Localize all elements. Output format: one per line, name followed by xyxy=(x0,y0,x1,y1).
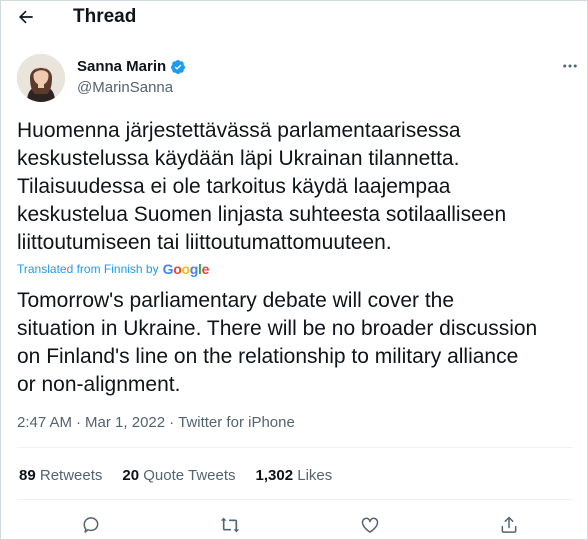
tweet-actions-bar xyxy=(1,514,587,538)
thread-header: Thread xyxy=(1,1,587,33)
reply-button[interactable] xyxy=(80,514,102,536)
back-arrow-icon xyxy=(19,10,33,24)
share-icon xyxy=(501,516,517,533)
page-title: Thread xyxy=(73,6,137,27)
retweet-button[interactable] xyxy=(219,514,241,536)
divider xyxy=(17,499,573,500)
author-handle[interactable]: @MarinSanna xyxy=(77,79,173,96)
author-name-row[interactable]: Sanna Marin xyxy=(77,58,186,75)
verified-badge-icon xyxy=(170,59,186,75)
tweet-translation-text: Tomorrow's parliamentary debate will cov… xyxy=(17,289,538,396)
tweet-stats: 89 Retweets 20 Quote Tweets 1,302 Likes xyxy=(19,467,332,484)
more-dots-icon xyxy=(563,64,577,68)
translated-label[interactable]: Translated from Finnish by xyxy=(17,262,159,276)
quote-tweets-stat[interactable]: 20 Quote Tweets xyxy=(122,467,235,484)
tweet-source[interactable]: Twitter for iPhone xyxy=(178,414,295,431)
share-button[interactable] xyxy=(498,514,520,536)
tweet-time[interactable]: 2:47 AM xyxy=(17,414,72,431)
more-options-button[interactable] xyxy=(560,56,580,76)
likes-stat[interactable]: 1,302 Likes xyxy=(256,467,333,484)
reply-icon xyxy=(83,517,99,533)
meta-separator: · xyxy=(169,414,175,431)
retweets-stat[interactable]: 89 Retweets xyxy=(19,467,102,484)
meta-separator: · xyxy=(76,414,82,431)
google-logo: Google xyxy=(162,261,210,277)
heart-icon xyxy=(361,517,379,533)
tweet-date[interactable]: Mar 1, 2022 xyxy=(85,414,165,431)
back-button[interactable] xyxy=(15,6,37,28)
tweet-original-text: Huomenna järjestettävässä parlamentaaris… xyxy=(17,119,507,254)
author-name[interactable]: Sanna Marin xyxy=(77,58,166,75)
profile-photo-icon xyxy=(17,54,65,102)
tweet-thread-panel: Thread Sanna Marin @MarinSanna Huomenna … xyxy=(0,0,588,540)
avatar[interactable] xyxy=(17,54,65,102)
tweet-metadata: 2:47 AM · Mar 1, 2022 · Twitter for iPho… xyxy=(17,414,295,431)
divider xyxy=(17,447,573,448)
translation-attribution: Translated from Finnish by Google xyxy=(17,261,209,277)
retweet-icon xyxy=(220,517,240,533)
like-button[interactable] xyxy=(359,514,381,536)
